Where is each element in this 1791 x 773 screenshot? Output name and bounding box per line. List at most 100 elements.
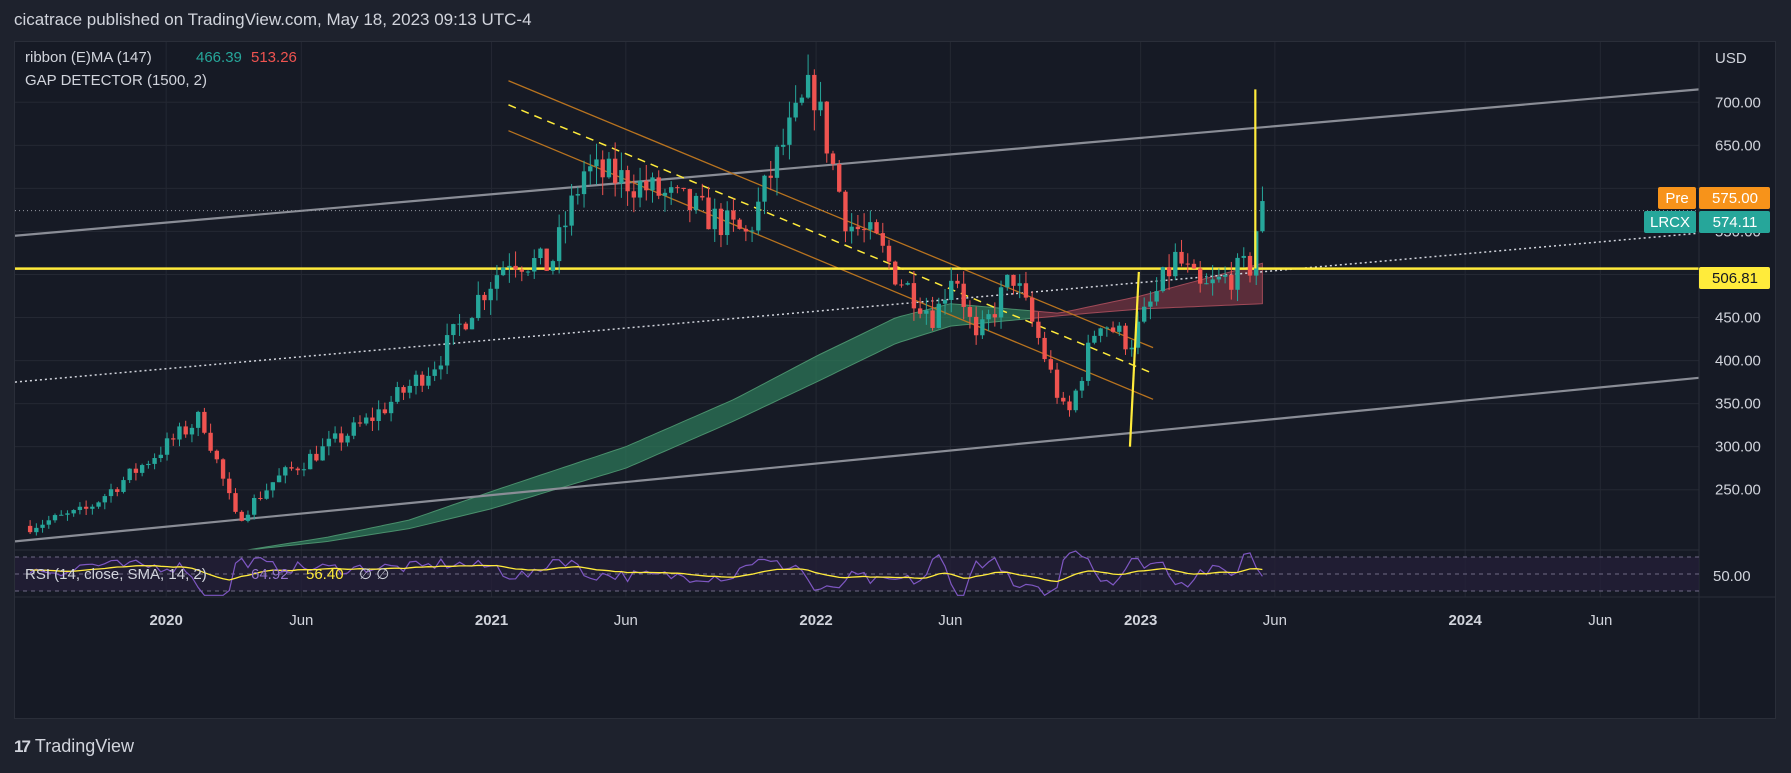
- candle-body: [631, 191, 637, 198]
- candle-body: [762, 175, 767, 202]
- candle-body: [886, 245, 892, 262]
- candle-body: [295, 468, 300, 471]
- rsi-legend-extra: ∅ ∅: [359, 566, 389, 583]
- ribbon-legend-value-1: 466.39: [196, 49, 242, 66]
- candle-body: [961, 283, 966, 307]
- candle-body: [1260, 201, 1265, 232]
- x-tick-label: 2020: [149, 612, 182, 629]
- candle-body: [1048, 359, 1054, 370]
- price-axis[interactable]: 250.00300.00350.00400.00450.00550.00650.…: [1715, 94, 1761, 498]
- rsi-legend-value: 64.92: [251, 566, 289, 583]
- candle-body: [164, 438, 170, 455]
- candle-body: [364, 417, 369, 424]
- candle-body: [158, 454, 163, 459]
- x-tick-label: Jun: [614, 612, 638, 629]
- gap-detector-legend[interactable]: GAP DETECTOR (1500, 2): [25, 72, 207, 89]
- candle-body: [1123, 325, 1128, 350]
- candle-body: [71, 510, 76, 514]
- candle-body: [575, 194, 580, 196]
- candle-body: [1160, 267, 1166, 292]
- x-tick-label: Jun: [938, 612, 962, 629]
- candle-body: [177, 426, 182, 440]
- candle-body: [793, 102, 798, 118]
- candle-body: [774, 146, 780, 178]
- candle-body: [270, 482, 276, 491]
- candle-body: [818, 101, 823, 111]
- chart-svg[interactable]: ribbon (E)MA (147) 466.39 513.26 GAP DET…: [14, 42, 1775, 718]
- candle-body: [812, 74, 817, 111]
- candle-body: [401, 387, 406, 393]
- candle-body: [787, 117, 792, 145]
- candle-body: [693, 195, 699, 211]
- level-tag-value: 506.81: [1712, 270, 1758, 287]
- candle-body: [855, 226, 861, 230]
- candle-body: [824, 101, 829, 154]
- candle: [737, 217, 742, 230]
- rsi-legend-sma: 56.40: [306, 566, 344, 583]
- candle-body: [743, 228, 749, 232]
- candle-body: [581, 171, 587, 195]
- candle-body: [133, 468, 139, 473]
- candle-body: [768, 175, 773, 178]
- last-price-tag-label: LRCX: [1650, 214, 1690, 231]
- x-tick-label: 2023: [1124, 612, 1157, 629]
- x-tick-label: Jun: [1588, 612, 1612, 629]
- candle-body: [805, 74, 811, 98]
- candle-body: [1142, 306, 1147, 322]
- candle-body: [65, 513, 70, 515]
- candle-body: [942, 299, 948, 304]
- candle-body: [905, 283, 910, 285]
- candle-body: [382, 409, 388, 414]
- candle-body: [849, 226, 854, 232]
- candle-body: [843, 191, 848, 232]
- candle-body: [998, 287, 1004, 318]
- candle-body: [830, 153, 836, 165]
- candle-body: [1222, 274, 1228, 277]
- candle-body: [1235, 257, 1240, 290]
- candle: [893, 260, 898, 286]
- chart-frame[interactable]: ribbon (E)MA (147) 466.39 513.26 GAP DET…: [14, 41, 1776, 719]
- candle-body: [332, 433, 338, 439]
- tradingview-logo[interactable]: 17 TradingView: [14, 736, 134, 757]
- candle-body: [463, 323, 468, 330]
- tradingview-brand: TradingView: [34, 736, 134, 756]
- x-tick-label: Jun: [289, 612, 313, 629]
- candle-body: [83, 506, 89, 509]
- candle-body: [893, 261, 898, 285]
- candle-body: [973, 316, 979, 336]
- candle-body: [171, 438, 176, 440]
- candle-body: [588, 166, 593, 172]
- candle-body: [283, 467, 288, 476]
- time-axis[interactable]: 2020 Jun 2021 Jun 2022 Jun 2023 Jun 2024 Jun: [149, 612, 1612, 629]
- candle-body: [799, 97, 805, 103]
- candle-body: [662, 192, 668, 196]
- candle-body: [687, 188, 693, 211]
- candle: [1073, 388, 1078, 413]
- candle-body: [395, 387, 400, 402]
- candle-body: [594, 159, 599, 167]
- candle-body: [245, 514, 251, 521]
- candle-body: [1023, 283, 1029, 298]
- candle-body: [301, 469, 307, 471]
- candle-body: [899, 284, 904, 286]
- candle-body: [314, 453, 319, 461]
- candle-body: [1042, 337, 1047, 360]
- candle-body: [1017, 283, 1022, 286]
- candle-body: [1204, 283, 1209, 285]
- candle-body: [127, 468, 132, 481]
- candle-body: [519, 269, 524, 272]
- candle-body: [1191, 263, 1197, 269]
- candle-body: [239, 511, 244, 521]
- x-tick-label: Jun: [1263, 612, 1287, 629]
- candle-body: [1117, 325, 1122, 332]
- candle-body: [251, 497, 257, 515]
- y-tick-label: 700.00: [1715, 94, 1761, 111]
- y-tick-label: 400.00: [1715, 353, 1761, 370]
- candle-body: [917, 308, 923, 314]
- candle-body: [1036, 321, 1041, 338]
- candle-body: [1173, 251, 1178, 277]
- candle-body: [1085, 342, 1091, 381]
- price-pane[interactable]: [15, 42, 1699, 550]
- candle-body: [1185, 263, 1190, 265]
- ribbon-legend-value-2: 513.26: [251, 49, 297, 66]
